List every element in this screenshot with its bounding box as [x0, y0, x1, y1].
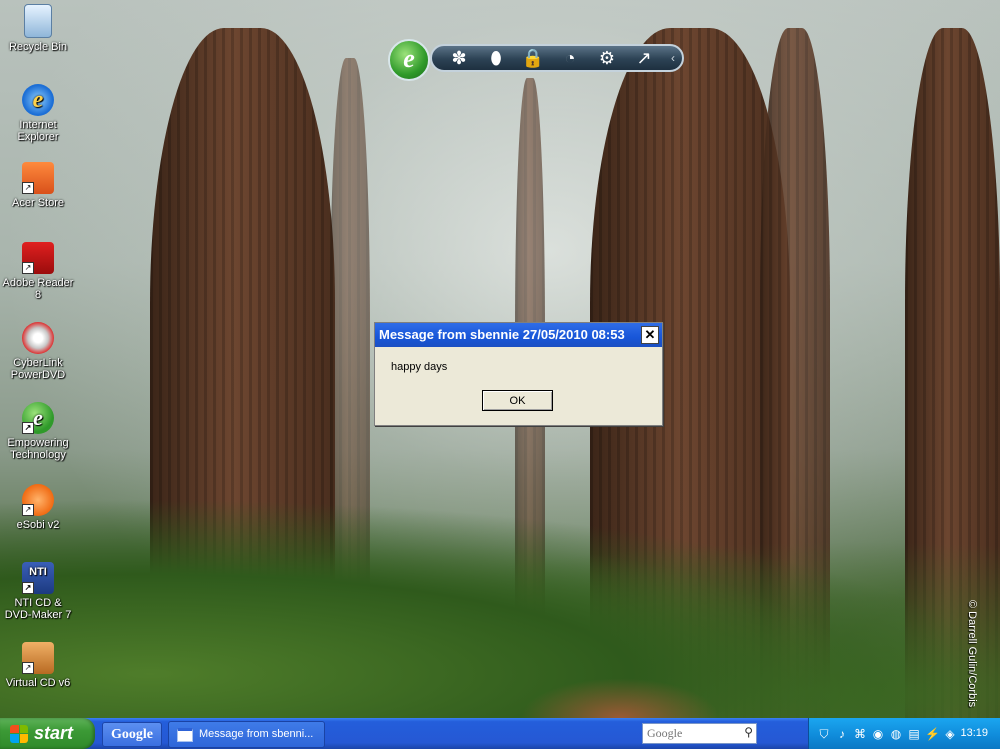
wallpaper-ferns [0, 498, 1000, 718]
wallpaper-copyright: © Darrell Gulin/Corbis [966, 600, 978, 708]
desktop-icon-adobe-reader[interactable]: ↗ Adobe Reader 8 [0, 242, 76, 301]
tray-app-icon[interactable]: ⚡ [925, 727, 940, 741]
tray-app-icon[interactable]: ◉ [871, 727, 885, 741]
desktop-icon-recycle-bin[interactable]: Recycle Bin [0, 4, 76, 53]
desktop-icon-label: Empowering Technology [7, 437, 69, 461]
desktop-icon-label: Recycle Bin [8, 41, 68, 53]
empowering-technology-icon: e ↗ [22, 402, 54, 434]
nti-cd-dvd-maker-icon: NTI ↗ [22, 562, 54, 594]
internet-explorer-icon: e [22, 84, 54, 116]
desktop-icon-label: Acer Store [12, 197, 64, 209]
toolbar-button-strip: ✽ ⬮ 🔒 ◔ ⚙ ↗ ‹ [430, 44, 684, 72]
desktop-icon-esobi[interactable]: ↗ eSobi v2 [0, 484, 76, 531]
volume-icon[interactable]: ♪ [835, 727, 849, 741]
acer-store-icon: ↗ [22, 162, 54, 194]
taskbar: start Google Message from sbenni... ⚲ ⛉ … [0, 718, 1000, 749]
recycle-bin-icon [24, 4, 52, 38]
windows-flag-icon [10, 724, 28, 743]
tray-app-icon[interactable]: ▤ [907, 727, 921, 741]
desktop-icon-label: Virtual CD v6 [5, 677, 71, 689]
esobi-icon: ↗ [22, 484, 54, 516]
desktop-icon-label: CyberLink PowerDVD [10, 357, 66, 381]
window-icon [177, 727, 193, 742]
empowering-toolbar: e ✽ ⬮ 🔒 ◔ ⚙ ↗ ‹ [388, 38, 698, 81]
taskbar-window-label: Message from sbenni... [199, 728, 314, 740]
collapse-arrow-icon[interactable]: ‹ [666, 47, 680, 69]
wallpaper-path [520, 678, 720, 718]
clock[interactable]: 13:19 [960, 718, 988, 749]
google-search-box[interactable]: ⚲ [642, 723, 757, 744]
close-button[interactable]: ✕ [641, 326, 659, 344]
network-icon[interactable]: ⌘ [853, 727, 867, 741]
ok-button[interactable]: OK [482, 390, 553, 411]
close-icon: ✕ [644, 327, 656, 342]
desktop-icon-acer-store[interactable]: ↗ Acer Store [0, 162, 76, 209]
dialog-message: happy days [391, 361, 448, 373]
desktop-icon-label: Adobe Reader 8 [2, 277, 74, 301]
google-search-input[interactable] [643, 724, 746, 743]
fan-icon[interactable]: ✽ [444, 47, 474, 69]
taskbar-window-button[interactable]: Message from sbenni... [168, 721, 325, 748]
search-icon[interactable]: ⚲ [744, 725, 753, 739]
desktop-icon-virtual-cd[interactable]: ↗ Virtual CD v6 [0, 642, 76, 689]
desktop-icon-label: Internet Explorer [17, 119, 59, 143]
desktop-icon-label: NTI CD & DVD-Maker 7 [4, 597, 72, 621]
dialog-title: Message from sbennie 27/05/2010 08:53 [379, 327, 625, 342]
pie-chart-icon[interactable]: ◔ [555, 47, 585, 69]
tray-app-icon[interactable]: ◍ [889, 727, 903, 741]
powerdvd-icon [22, 322, 54, 354]
desktop-icon-empowering-technology[interactable]: e ↗ Empowering Technology [0, 402, 76, 461]
message-dialog: Message from sbennie 27/05/2010 08:53 ✕ … [374, 322, 663, 426]
system-tray: ⛉ ♪ ⌘ ◉ ◍ ▤ ⚡ ◈ 13:19 [808, 718, 1000, 749]
lock-icon[interactable]: 🔒 [518, 47, 548, 69]
adobe-reader-icon: ↗ [22, 242, 54, 274]
dialog-title-bar[interactable]: Message from sbennie 27/05/2010 08:53 ✕ [375, 323, 662, 347]
gear-icon[interactable]: ⚙ [592, 47, 622, 69]
desktop-icon-nti-cd-dvd-maker[interactable]: NTI ↗ NTI CD & DVD-Maker 7 [0, 562, 76, 621]
google-toolbar-button[interactable]: Google [102, 722, 162, 747]
desktop-icon-powerdvd[interactable]: CyberLink PowerDVD [0, 322, 76, 381]
tray-app-icon[interactable]: ◈ [943, 727, 957, 741]
trend-arrow-icon[interactable]: ↗ [629, 47, 659, 69]
start-label: start [34, 723, 74, 743]
security-shield-icon[interactable]: ⛉ [817, 727, 831, 741]
virtual-cd-icon: ↗ [22, 642, 54, 674]
empowering-logo-button[interactable]: e [388, 39, 430, 81]
start-button[interactable]: start [0, 718, 95, 749]
keyhole-icon[interactable]: ⬮ [481, 47, 511, 69]
desktop-icon-label: eSobi v2 [16, 519, 60, 531]
desktop-icon-internet-explorer[interactable]: e Internet Explorer [0, 84, 76, 143]
